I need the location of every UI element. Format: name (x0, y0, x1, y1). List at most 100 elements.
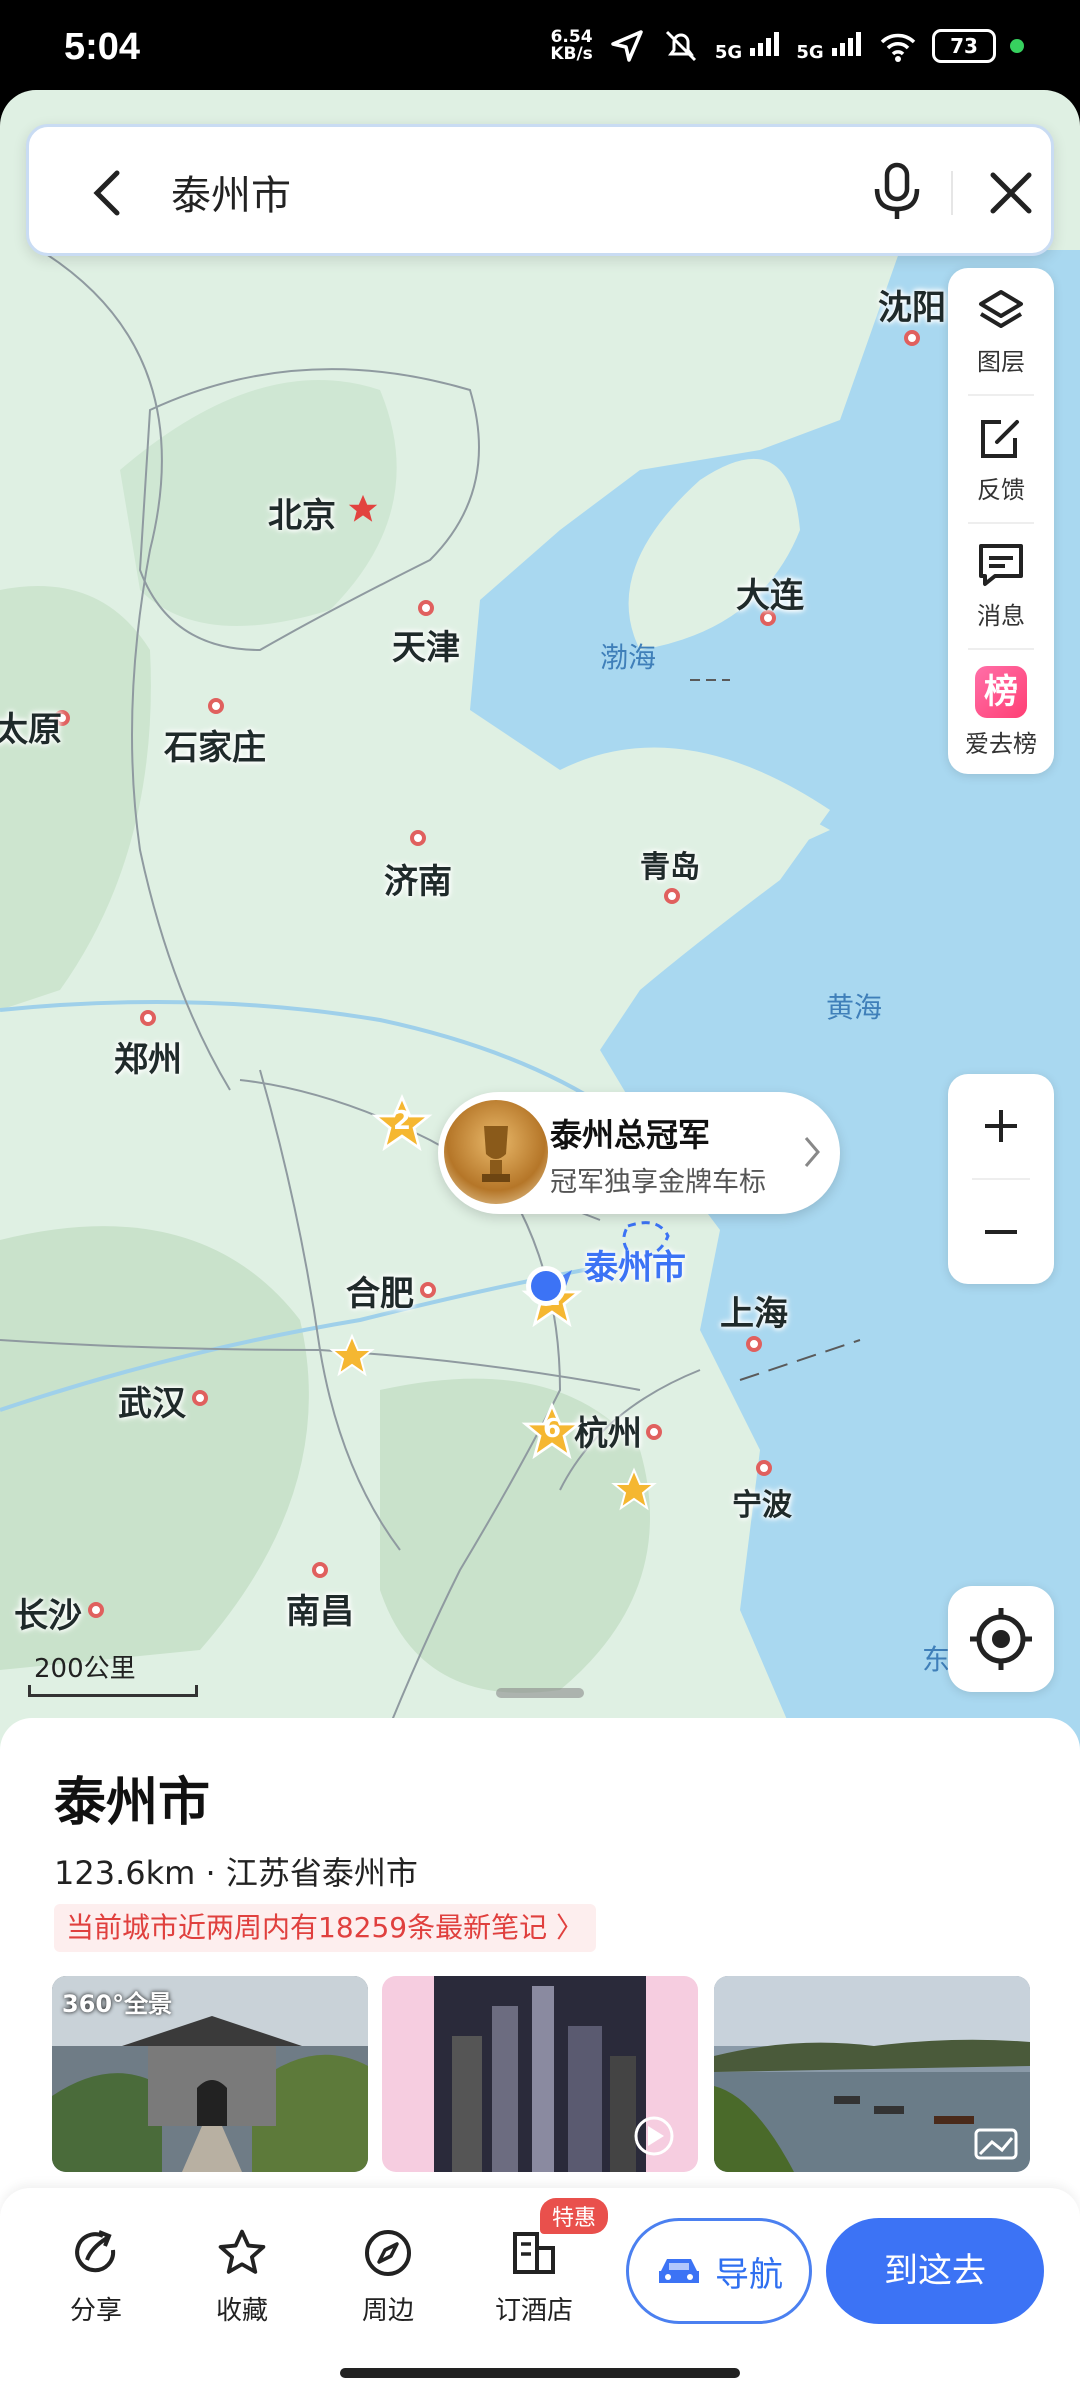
place-subtitle: 123.6km · 江苏省泰州市 (54, 1854, 418, 1892)
photo-lake[interactable] (714, 1976, 1030, 2172)
city-taiyuan[interactable]: 太原 (0, 702, 62, 751)
car-icon (659, 2259, 699, 2283)
signal-bars-icon (832, 31, 861, 56)
privacy-dot (1010, 39, 1024, 53)
sea-label-dong: 东 (922, 1643, 951, 1676)
promo-callout[interactable]: 泰州总冠军 冠军独享金牌车标 (438, 1092, 840, 1214)
microphone-icon[interactable] (867, 161, 927, 223)
city-dot (192, 1390, 208, 1406)
city-hangzhou[interactable]: 杭州 (574, 1406, 642, 1455)
messages-button[interactable]: 消息 (948, 522, 1054, 648)
trophy-avatar (444, 1100, 548, 1204)
city-changsha[interactable]: 长沙 (14, 1588, 82, 1637)
signal-5g-2: 5G (796, 30, 864, 63)
city-ningbo[interactable]: 宁波 (732, 1480, 792, 1524)
city-shanghai[interactable]: 上海 (720, 1286, 788, 1335)
city-dot (410, 830, 426, 846)
trophy-icon (482, 1126, 510, 1182)
city-dot (904, 330, 920, 346)
sea-label-huanghai: 黄海 (826, 991, 883, 1024)
city-shijiazhuang[interactable]: 石家庄 (164, 720, 266, 769)
chevron-right-icon (804, 1137, 820, 1167)
mute-bell-icon (665, 30, 696, 62)
zoom-control (948, 1074, 1054, 1284)
navigate-button[interactable]: 导航 (626, 2218, 812, 2324)
star-marker-icon[interactable] (328, 1332, 376, 1380)
feedback-edit-icon (981, 420, 1019, 458)
city-dot (418, 600, 434, 616)
net-speed: 6.54 KB/s (550, 27, 593, 64)
city-jinan[interactable]: 济南 (384, 854, 452, 903)
signal-bars-icon (750, 31, 780, 56)
back-arrow-icon[interactable] (79, 163, 139, 223)
status-icons: 6.54 KB/s 5G 5G 73 (550, 28, 1024, 64)
marker-cluster-2[interactable]: 2 (370, 1092, 434, 1156)
ranking-icon: 榜 (975, 666, 1027, 718)
minus-icon (985, 1230, 1017, 1234)
city-dot (756, 1460, 772, 1476)
layers-icon (979, 290, 1023, 328)
go-here-button[interactable]: 到这去 (826, 2218, 1044, 2324)
hotel-button[interactable]: 订酒店 (484, 2226, 584, 2327)
message-icon (979, 544, 1023, 586)
nearby-button[interactable]: 周边 (338, 2226, 438, 2327)
zoom-out-button[interactable] (948, 1180, 1054, 1284)
feedback-button[interactable]: 反馈 (948, 396, 1054, 522)
favorite-button[interactable]: 收藏 (192, 2226, 292, 2327)
city-tianjin[interactable]: 天津 (392, 620, 460, 669)
map-tools-panel: 图层 反馈 消息 榜 爱去榜 (948, 268, 1054, 774)
boundary-highlight-icon (622, 1221, 670, 1259)
sheet-drag-handle[interactable] (496, 1688, 584, 1698)
city-dot (420, 1282, 436, 1298)
lake-photo (714, 1976, 1030, 2172)
city-dot (664, 888, 680, 904)
sea-label-bohai: 渤海 (600, 641, 657, 674)
close-icon[interactable] (981, 163, 1041, 223)
city-shenyang[interactable]: 沈阳 (878, 280, 946, 329)
place-title: 泰州市 (54, 1773, 211, 1833)
city-beijing[interactable]: 北京 (268, 488, 336, 537)
compass-icon (365, 2230, 411, 2276)
star-marker-icon[interactable] (610, 1466, 658, 1514)
zoom-in-button[interactable] (948, 1074, 1054, 1178)
ranking-button[interactable]: 榜 爱去榜 (948, 648, 1054, 774)
city-hefei[interactable]: 合肥 (346, 1266, 414, 1315)
battery-indicator: 73 (932, 29, 996, 63)
plus-icon (985, 1110, 1017, 1142)
home-indicator[interactable] (340, 2368, 740, 2378)
city-nanchang[interactable]: 南昌 (286, 1584, 354, 1633)
notes-banner[interactable]: 当前城市近两周内有18259条最新笔记 〉 (54, 1904, 596, 1952)
share-button[interactable]: 分享 (46, 2226, 146, 2327)
city-dot (140, 1010, 156, 1026)
city-dot (746, 1336, 762, 1352)
city-night-photo (382, 1976, 698, 2172)
city-dot (312, 1562, 328, 1578)
share-icon (75, 2230, 116, 2273)
search-query[interactable]: 泰州市 (171, 163, 291, 221)
map-scale: 200公里 (28, 1648, 200, 1697)
city-qingdao[interactable]: 青岛 (640, 842, 700, 886)
clock: 5:04 (64, 26, 141, 68)
star-outline-icon (218, 2229, 266, 2274)
current-location-icon (526, 1266, 572, 1306)
map-view[interactable]: 渤海 黄海 沈阳 北京 大连 天津 太原 石家庄 济南 青岛 郑州 合肥 泰州市… (0, 90, 1080, 1750)
city-wuhan[interactable]: 武汉 (118, 1376, 186, 1425)
city-dot (646, 1424, 662, 1440)
marker-cluster-6[interactable]: 6 (520, 1400, 584, 1464)
signal-5g-1: 5G (715, 30, 783, 63)
photo-panorama[interactable]: 360°全景 (52, 1976, 368, 2172)
city-zhengzhou[interactable]: 郑州 (114, 1032, 182, 1081)
location-arrow-icon (611, 30, 643, 62)
city-dot (88, 1602, 104, 1618)
city-dalian[interactable]: 大连 (736, 568, 804, 617)
search-bar[interactable]: 泰州市 (26, 124, 1054, 256)
capital-star-icon (348, 494, 378, 522)
locate-crosshair-icon (970, 1608, 1032, 1670)
status-bar: 5:04 6.54 KB/s 5G 5G 73 (0, 0, 1080, 96)
layers-button[interactable]: 图层 (948, 268, 1054, 394)
photo-video-night[interactable] (382, 1976, 698, 2172)
hotel-deal-badge: 特惠 (540, 2198, 609, 2234)
locate-button[interactable] (948, 1586, 1054, 1692)
city-dot (208, 698, 224, 714)
wifi-icon (880, 33, 916, 62)
